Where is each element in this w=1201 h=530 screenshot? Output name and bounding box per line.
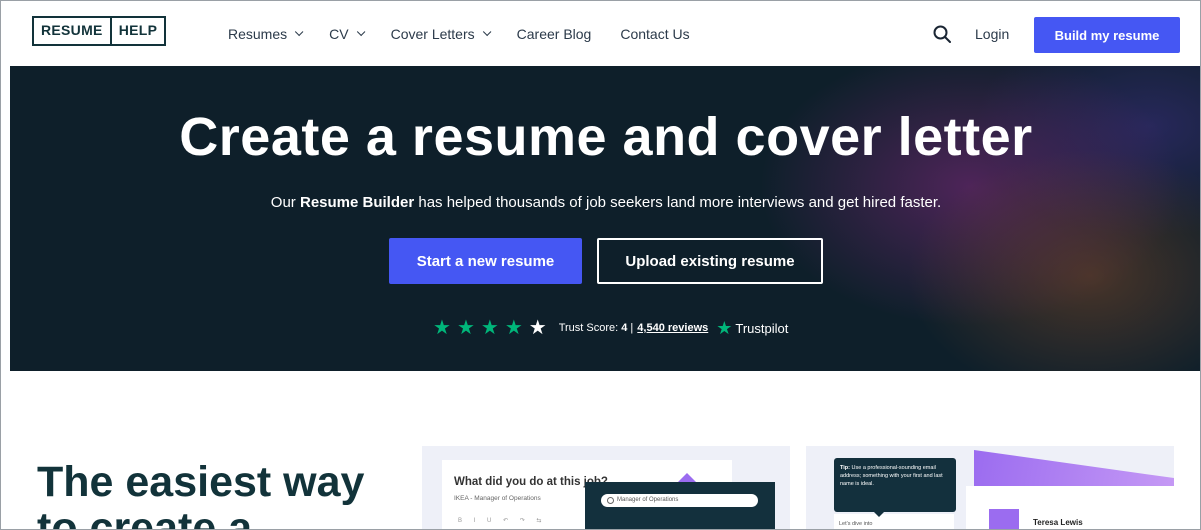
chevron-down-icon xyxy=(356,27,365,36)
section-title-line1: The easiest way xyxy=(37,458,365,506)
upload-existing-resume-button[interactable]: Upload existing resume xyxy=(597,238,823,284)
site-header: RESUME HELP Resumes CV Cover Letters Car… xyxy=(1,1,1200,66)
tips-preview-card: Tip: Use a professional-sounding email a… xyxy=(806,446,1174,529)
trust-score-label: Trust Score: 4 | xyxy=(559,322,634,334)
nav-item-cover-letters[interactable]: Cover Letters xyxy=(390,25,492,42)
nav-item-contact-us[interactable]: Contact Us xyxy=(620,26,689,42)
resume-name: Teresa Lewis xyxy=(1033,518,1083,527)
resume-help-logo[interactable]: RESUME HELP xyxy=(32,16,167,46)
nav-label: Contact Us xyxy=(620,25,690,42)
logo-text-resume: RESUME xyxy=(34,18,112,44)
star-icon: ★ xyxy=(504,317,523,339)
login-link[interactable]: Login xyxy=(975,26,1009,42)
logo-text-help: HELP xyxy=(118,22,158,38)
trust-separator: | xyxy=(627,322,634,334)
chevron-down-icon xyxy=(482,27,492,36)
search-icon[interactable] xyxy=(933,25,951,43)
star-empty-icon: ★ xyxy=(528,317,547,339)
hero-sub-post: has helped thousands of job seekers land… xyxy=(414,194,942,211)
hero-sub-bold: Resume Builder xyxy=(299,194,415,211)
builder-preview-card: What did you do at this job? IKEA - Mana… xyxy=(422,446,790,529)
chevron-down-icon xyxy=(295,27,304,36)
star-icon: ★ xyxy=(433,317,451,339)
nav-label: Career Blog xyxy=(516,25,592,42)
nav-item-resumes[interactable]: Resumes xyxy=(228,25,304,42)
trustpilot-star-icon: ★ xyxy=(716,317,733,338)
hero-subtitle: Our Resume Builder has helped thousands … xyxy=(10,194,1200,211)
suggestion-search-input: Manager of Operations xyxy=(601,494,758,507)
build-my-resume-button[interactable]: Build my resume xyxy=(1034,17,1180,53)
main-nav: Resumes CV Cover Letters Career Blog Con… xyxy=(228,1,719,66)
editor-subtitle: IKEA - Manager of Operations xyxy=(454,495,541,502)
nav-item-career-blog[interactable]: Career Blog xyxy=(517,26,592,42)
trustpilot-brand: Trustpilot xyxy=(735,320,789,336)
reviews-link[interactable]: 4,540 reviews xyxy=(637,322,708,334)
editor-toolbar: B I U ↶ ↷ ⇆ xyxy=(458,518,547,524)
tip-tooltip: Tip: Use a professional-sounding email a… xyxy=(834,458,956,517)
avatar xyxy=(989,509,1019,529)
nav-item-cv[interactable]: CV xyxy=(329,25,365,42)
section-title: The easiest way to create a xyxy=(37,458,365,530)
nav-label: Cover Letters xyxy=(390,25,475,42)
hero-title: Create a resume and cover letter xyxy=(179,107,1033,167)
tip-label: Tip: xyxy=(840,465,850,471)
form-intro-text: Let's dive into xyxy=(839,521,873,527)
page: RESUME HELP Resumes CV Cover Letters Car… xyxy=(0,0,1201,530)
trust-score-prefix: Trust Score: xyxy=(558,322,622,334)
star-icon: ★ xyxy=(456,317,475,339)
nav-label: CV xyxy=(329,25,349,42)
trustpilot-rating[interactable]: ★ ★ ★ ★ ★ Trust Score: 4 | 4,540 reviews… xyxy=(433,317,789,339)
nav-label: Resumes xyxy=(228,25,288,42)
tip-text: Use a professional-sounding email addres… xyxy=(840,465,943,487)
hero-sub-pre: Our xyxy=(270,194,300,211)
hero-banner: Create a resume and cover letter Our Res… xyxy=(10,66,1200,371)
star-icon: ★ xyxy=(480,317,499,339)
section-title-line2: to create a xyxy=(37,504,253,530)
start-new-resume-button[interactable]: Start a new resume xyxy=(389,238,582,284)
